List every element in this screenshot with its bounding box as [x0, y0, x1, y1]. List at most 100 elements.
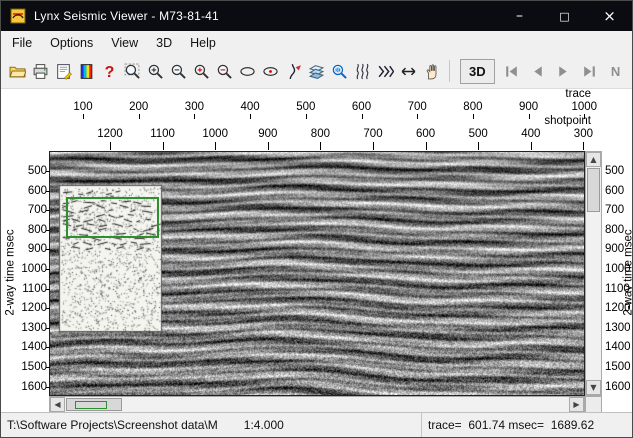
menu-help[interactable]: Help	[181, 33, 225, 53]
3d-button[interactable]: 3D	[460, 58, 495, 84]
ellipse-tool-button[interactable]	[236, 59, 259, 83]
vertical-scroll-thumb[interactable]	[587, 168, 600, 212]
shotpoint-tick-mark	[320, 142, 322, 150]
close-button[interactable]: ×	[587, 1, 632, 31]
shotpoint-tick-mark	[110, 142, 111, 150]
trace-tick-label: 1000	[571, 101, 598, 113]
first-button[interactable]	[499, 59, 525, 83]
export-image-icon	[57, 63, 72, 80]
locator-rectangle[interactable]	[66, 197, 159, 238]
ellipse-pick-button[interactable]	[259, 59, 282, 83]
maximize-button[interactable]: □	[542, 1, 587, 31]
trace-step-button[interactable]	[374, 59, 397, 83]
zoom-window-icon	[124, 63, 140, 79]
colorbar-button[interactable]	[75, 59, 98, 83]
menu-3d[interactable]: 3D	[147, 33, 181, 53]
time-tick-label-left: 900	[27, 243, 47, 256]
last-icon	[584, 65, 595, 77]
scroll-up-button[interactable]: ▲	[586, 152, 601, 167]
previous-icon	[534, 65, 542, 77]
vertical-scrollbar[interactable]: ▲ ▼	[585, 151, 602, 396]
time-tick-mark-left	[46, 367, 50, 368]
trace-tick-label: 400	[240, 101, 260, 113]
time-tick-label-right: 1400	[605, 341, 631, 354]
time-tick-label-left: 1300	[21, 321, 47, 334]
shotpoint-tick-mark	[267, 142, 269, 150]
time-tick-label-right: 1300	[605, 321, 631, 334]
scroll-left-button[interactable]: ◀	[50, 397, 65, 412]
menu-file[interactable]: File	[3, 33, 41, 53]
zoom-window-button[interactable]	[121, 59, 144, 83]
export-image-button[interactable]	[52, 59, 75, 83]
menu-view[interactable]: View	[102, 33, 147, 53]
shotpoint-tick-label: 700	[363, 128, 383, 140]
horizontal-scrollbar[interactable]: ◀ ▶	[49, 396, 585, 413]
open-file-icon	[9, 66, 26, 77]
next-button[interactable]	[551, 59, 577, 83]
statusbar-readout-pane: trace= 601.74 msec= 1689.62	[421, 413, 632, 437]
statusbar: T:\Software Projects\Screenshot data\M 1…	[1, 412, 632, 437]
toolbar-separator	[449, 60, 450, 82]
fit-width-icon	[401, 67, 416, 75]
fit-width-button[interactable]	[397, 59, 420, 83]
shotpoint-tick-label: 1100	[150, 128, 175, 140]
menu-options[interactable]: Options	[41, 33, 102, 53]
trace-tick-label: 500	[296, 101, 316, 113]
time-tick-label-right: 600	[605, 184, 625, 197]
time-tick-mark-left	[46, 386, 50, 388]
minimize-button[interactable]: –	[497, 1, 542, 31]
zoom-in-fixed-button[interactable]	[190, 59, 213, 83]
scroll-down-button[interactable]: ▼	[586, 380, 601, 395]
shotpoint-tick-mark	[583, 142, 585, 150]
window-title: Lynx Seismic Viewer - M73-81-41	[34, 9, 219, 23]
zoom-out-fixed-button[interactable]	[213, 59, 236, 83]
pan-hand-button[interactable]	[420, 59, 443, 83]
horizon-flatten-button[interactable]	[305, 59, 328, 83]
titlebar: Lynx Seismic Viewer - M73-81-41 – □ ×	[1, 1, 632, 31]
trace-tick-label: 600	[351, 101, 372, 113]
last-button[interactable]	[577, 59, 603, 83]
zoom-in-button[interactable]	[144, 59, 167, 83]
shotpoint-tick-mark	[478, 142, 480, 150]
statusbar-scale: 1:4.000	[243, 418, 284, 432]
time-tick-mark-left	[46, 327, 50, 329]
time-tick-label-left: 1500	[21, 361, 47, 373]
zoom-in-icon	[148, 64, 163, 79]
trace-step-icon	[378, 65, 394, 77]
time-tick-label-right: 500	[605, 165, 625, 177]
pick-curve-icon	[289, 63, 301, 79]
time-tick-label-right: 1000	[605, 263, 631, 275]
shotpoint-tick-label: 400	[521, 128, 541, 140]
time-tick-mark-left	[46, 269, 50, 270]
help-button[interactable]: ?	[98, 59, 121, 83]
n-toggle-button[interactable]: N	[603, 59, 629, 83]
zoom-out-button[interactable]	[167, 59, 190, 83]
time-tick-label-right: 700	[605, 204, 625, 217]
print-button[interactable]	[29, 59, 52, 83]
time-tick-label-right: 1500	[605, 361, 631, 373]
toolbar-icon-group: ?	[6, 59, 443, 83]
ellipse-tool-icon	[240, 66, 255, 76]
pick-curve-button[interactable]	[282, 59, 305, 83]
help-icon: ?	[105, 63, 115, 79]
trace-tick-mark	[194, 114, 196, 119]
open-file-button[interactable]	[6, 59, 29, 83]
horizontal-scroll-thumb[interactable]	[66, 398, 122, 411]
time-tick-mark-left	[46, 190, 50, 192]
previous-button[interactable]	[525, 59, 551, 83]
horizon-flatten-icon	[308, 64, 325, 79]
time-tick-label-right: 1600	[605, 380, 631, 393]
scroll-right-button[interactable]: ▶	[569, 397, 584, 412]
time-tick-label-left: 1000	[21, 263, 47, 275]
trace-magnify-button[interactable]	[328, 59, 351, 83]
shotpoint-tick-label: 300	[573, 128, 593, 140]
window-controls: – □ ×	[497, 1, 632, 31]
time-tick-label-left: 1100	[22, 282, 47, 295]
time-tick-label-left: 1600	[21, 380, 47, 393]
trace-tick-label: 300	[184, 101, 204, 113]
wiggle-traces-button[interactable]	[351, 59, 374, 83]
time-tick-label-left: 700	[27, 204, 47, 217]
print-icon	[33, 63, 48, 79]
app-icon	[10, 8, 26, 24]
time-tick-mark-left	[46, 210, 50, 212]
